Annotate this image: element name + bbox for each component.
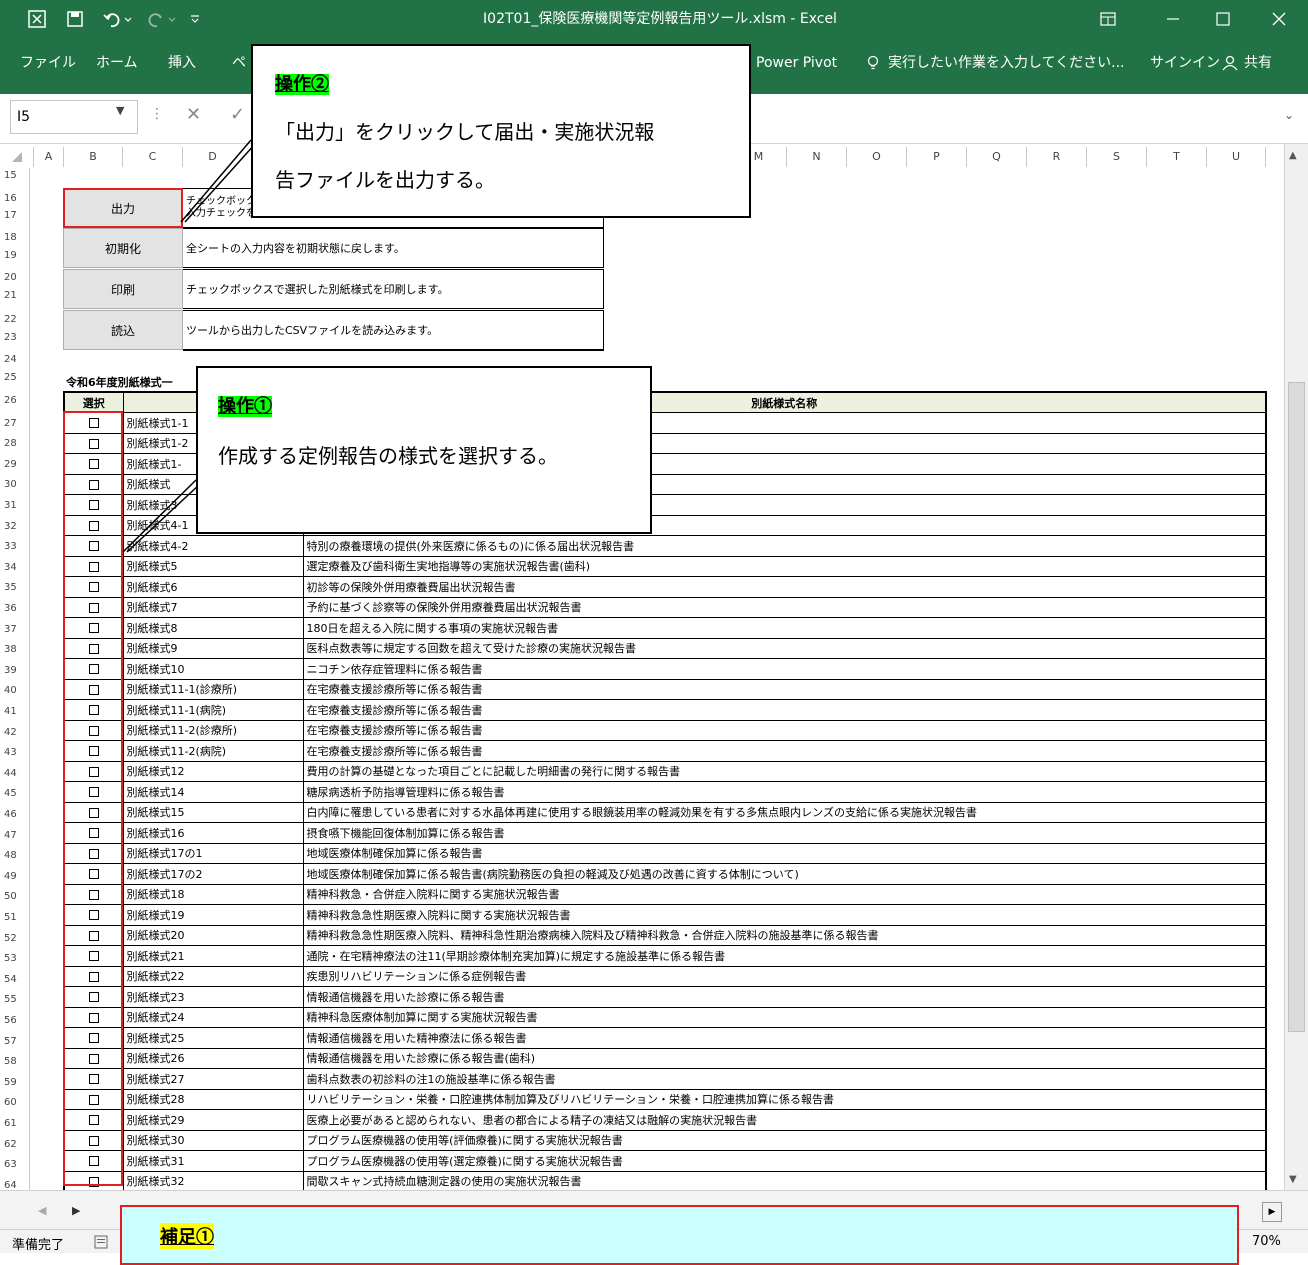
callout-supplement-1: 補足①	[120, 1205, 1239, 1265]
scrollbar-thumb[interactable]	[1288, 382, 1305, 1032]
callout-op2-line2: 告ファイルを出力する。	[275, 168, 495, 192]
scroll-down-icon[interactable]: ▼	[1289, 1174, 1297, 1185]
macro-record-icon[interactable]	[94, 1234, 108, 1253]
sheet-prev-icon[interactable]: ◀	[38, 1204, 46, 1217]
callout-note1-title: 補足①	[160, 1223, 214, 1249]
callout-op2-line1: 「出力」をクリックして届出・実施状況報	[275, 120, 655, 144]
callout-operation-2: 操作② 「出力」をクリックして届出・実施状況報 告ファイルを出力する。	[251, 44, 751, 218]
callout-op1-title: 操作①	[218, 396, 272, 417]
callout-operation-1: 操作① 作成する定例報告の様式を選択する。	[196, 366, 652, 534]
hscroll-right-icon[interactable]: ▶	[1262, 1202, 1282, 1222]
callout-op1-text: 作成する定例報告の様式を選択する。	[218, 444, 558, 468]
scroll-up-icon[interactable]: ▲	[1289, 150, 1297, 161]
status-ready: 準備完了	[12, 1238, 65, 1253]
vertical-scrollbar[interactable]: ▲ ▼	[1284, 144, 1308, 1190]
sheet-next-icon[interactable]: ▶	[72, 1204, 80, 1217]
zoom-level[interactable]: 70%	[1252, 1234, 1281, 1249]
callout-op2-title: 操作②	[275, 74, 329, 95]
